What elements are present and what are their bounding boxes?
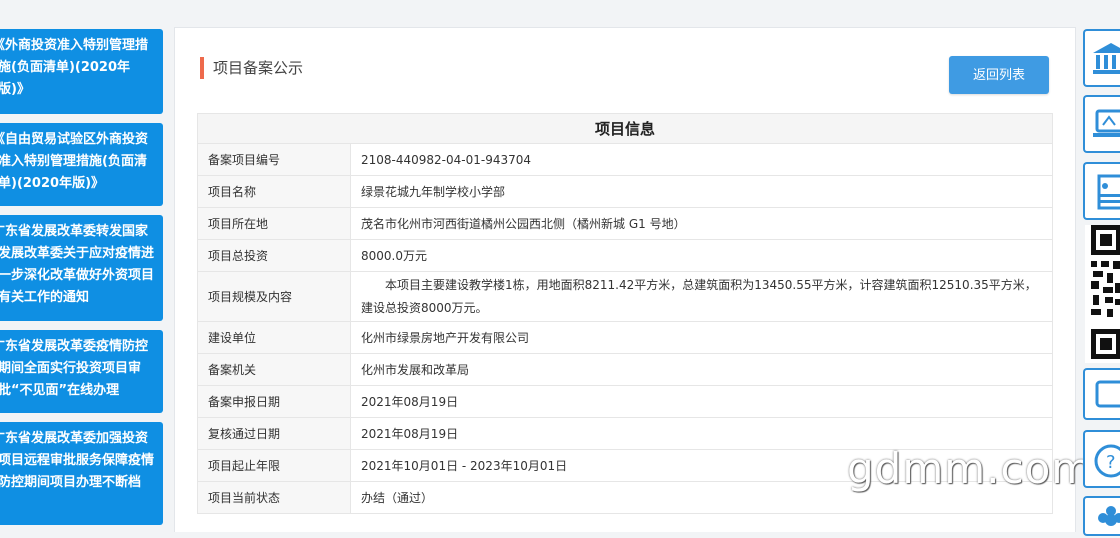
row-label: 项目起止年限 [197, 449, 351, 482]
page-title: 项目备案公示 [200, 57, 303, 79]
row-label: 备案项目编号 [197, 143, 351, 176]
row-label: 备案申报日期 [197, 385, 351, 418]
row-label: 项目规模及内容 [197, 271, 351, 322]
row-value: 绿景花城九年制学校小学部 [350, 175, 1053, 208]
sidebar-item-label: 《自由贸易试验区外商投资准入特别管理措施(负面清单)(2020年版)》 [0, 132, 149, 191]
table-row: 备案机关 化州市发展和改革局 [197, 353, 1053, 386]
sidebar-item-online-approval[interactable]: 广东省发展改革委疫情防控期间全面实行投资项目审批“不见面”在线办理 [0, 330, 163, 413]
table-row: 建设单位 化州市绿景房地产开发有限公司 [197, 321, 1053, 354]
table-row: 备案项目编号 2108-440982-04-01-943704 [197, 143, 1053, 176]
back-to-list-button[interactable]: 返回列表 [949, 56, 1049, 94]
sidebar-item-label: 《外商投资准入特别管理措施(负面清单)(2020年版)》 [0, 38, 149, 97]
laptop-icon[interactable] [1083, 95, 1120, 153]
project-scope-text: 本项目主要建设教学楼1栋，用地面积8211.42平方米，总建筑面积为13450.… [361, 277, 1037, 315]
watermark: gdmm.com [847, 444, 1094, 493]
qr-code-icon [1085, 225, 1120, 363]
table-title: 项目信息 [197, 113, 1053, 144]
sidebar-item-label: 广东省发展改革委疫情防控期间全面实行投资项目审批“不见面”在线办理 [0, 339, 149, 398]
row-value: 茂名市化州市河西街道橘州公园西北侧（橘州新城 G1 号地） [350, 207, 1053, 240]
help-icon[interactable]: ? [1083, 430, 1120, 488]
table-row: 项目所在地 茂名市化州市河西街道橘州公园西北侧（橘州新城 G1 号地） [197, 207, 1053, 240]
right-toolbar: ? [1081, 0, 1120, 536]
table-row: 项目名称 绿景花城九年制学校小学部 [197, 175, 1053, 208]
table-row: 备案申报日期 2021年08月19日 [197, 385, 1053, 418]
flower-icon[interactable] [1083, 496, 1120, 536]
document-icon[interactable] [1083, 162, 1120, 220]
row-value: 2021年08月19日 [350, 385, 1053, 418]
row-label: 备案机关 [197, 353, 351, 386]
box-icon[interactable] [1083, 368, 1120, 420]
row-value: 本项目主要建设教学楼1栋，用地面积8211.42平方米，总建筑面积为13450.… [350, 271, 1053, 322]
table-row: 项目规模及内容 本项目主要建设教学楼1栋，用地面积8211.42平方米，总建筑面… [197, 271, 1053, 322]
sidebar-item-label: 广东省发展改革委转发国家发展改革委关于应对疫情进一步深化改革做好外资项目有关工作… [0, 224, 155, 305]
svg-text:?: ? [1106, 452, 1116, 473]
row-value: 2108-440982-04-01-943704 [350, 143, 1053, 176]
row-value: 化州市绿景房地产开发有限公司 [350, 321, 1053, 354]
sidebar-item-foreign-investment-negative-list[interactable]: 《外商投资准入特别管理措施(负面清单)(2020年版)》 [0, 29, 163, 114]
row-label: 复核通过日期 [197, 417, 351, 450]
sidebar-item-ftz-negative-list[interactable]: 《自由贸易试验区外商投资准入特别管理措施(负面清单)(2020年版)》 [0, 123, 163, 206]
table-row: 项目总投资 8000.0万元 [197, 239, 1053, 272]
row-value: 化州市发展和改革局 [350, 353, 1053, 386]
table-header-row: 项目信息 [197, 113, 1053, 144]
sidebar-item-foreign-capital-notice[interactable]: 广东省发展改革委转发国家发展改革委关于应对疫情进一步深化改革做好外资项目有关工作… [0, 215, 163, 321]
bank-icon[interactable] [1083, 29, 1120, 87]
row-label: 项目当前状态 [197, 481, 351, 514]
row-label: 项目名称 [197, 175, 351, 208]
row-label: 项目所在地 [197, 207, 351, 240]
row-label: 建设单位 [197, 321, 351, 354]
sidebar-item-label: 广东省发展改革委加强投资项目远程审批服务保障疫情防控期间项目办理不断档 [0, 431, 155, 490]
sidebar-item-remote-approval[interactable]: 广东省发展改革委加强投资项目远程审批服务保障疫情防控期间项目办理不断档 [0, 422, 163, 525]
row-label: 项目总投资 [197, 239, 351, 272]
row-value: 8000.0万元 [350, 239, 1053, 272]
